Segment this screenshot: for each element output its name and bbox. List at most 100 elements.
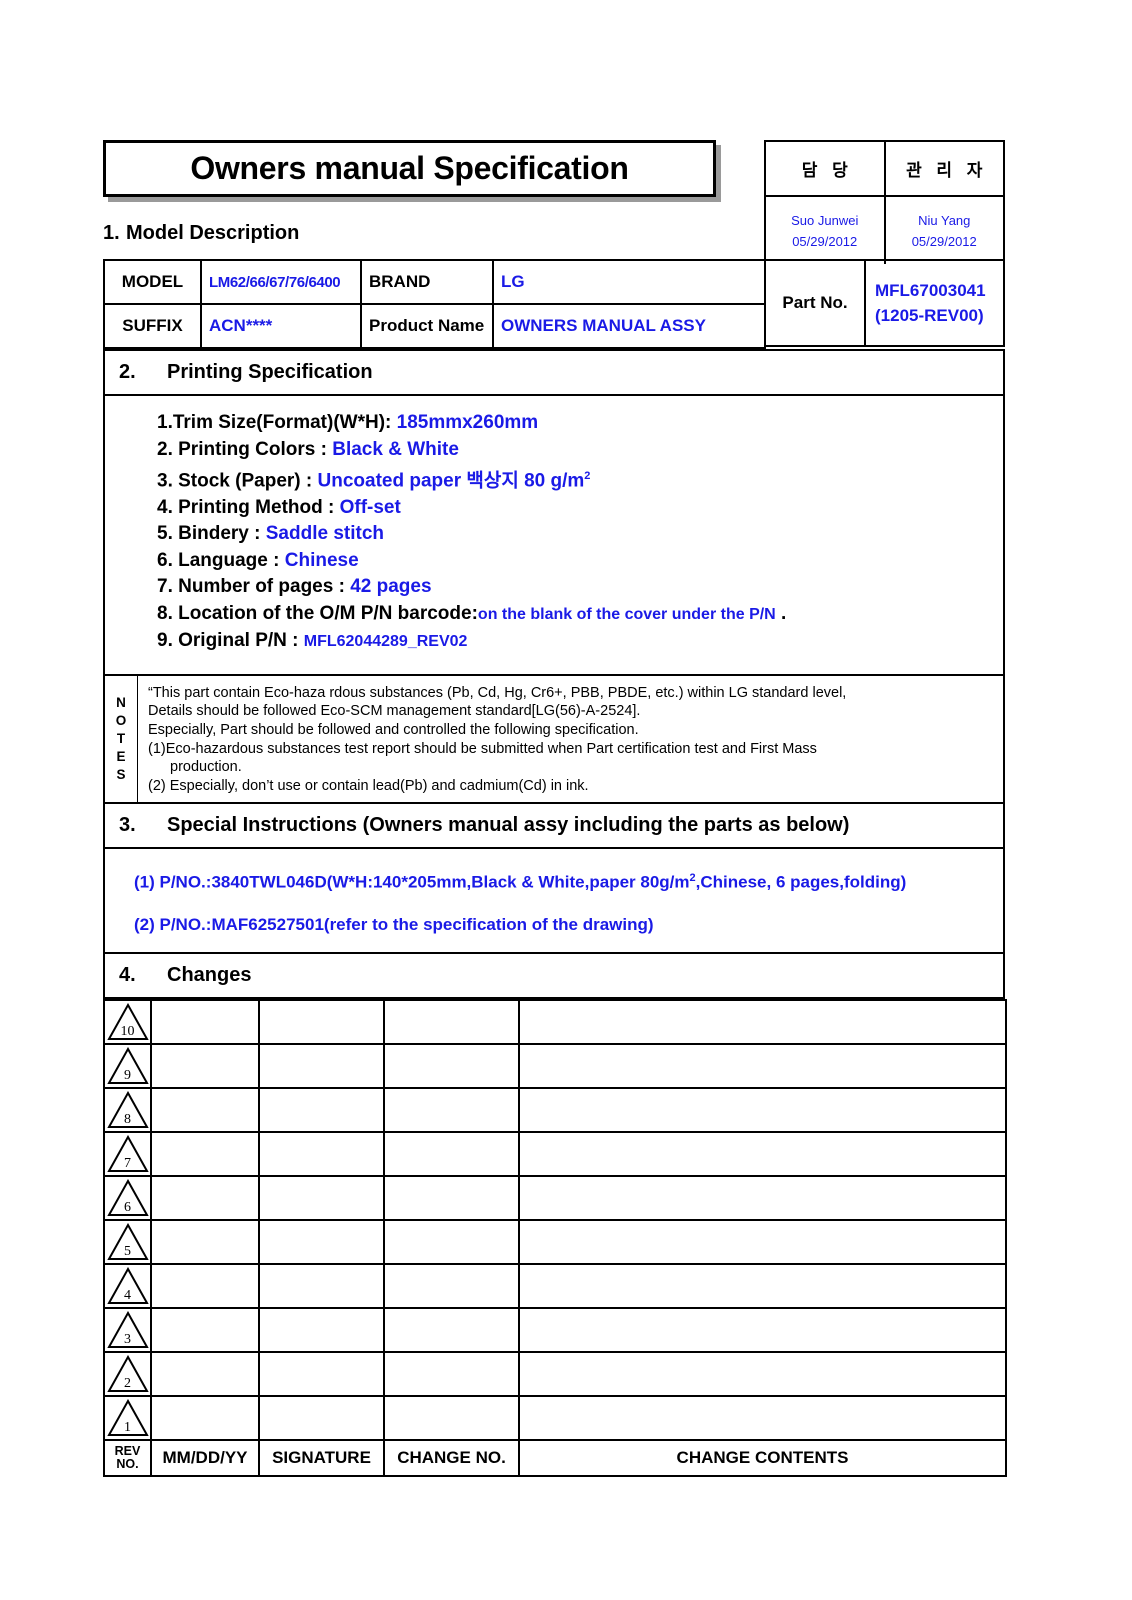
section-2-heading: 2. Printing Specification [105,351,1003,394]
approval-block: 담 당 관 리 자 Suo Junwei 05/29/2012 Niu Yang… [764,140,1005,264]
changes-contents-cell [518,1043,1007,1090]
revision-triangle-icon: 8 [106,1090,149,1129]
spec-item-2-value: Black & White [332,438,459,460]
page-title: Owners manual Specification [190,150,629,186]
section-3-heading: 3. Special Instructions (Owners manual as… [105,804,1003,847]
changes-signature-cell [258,1131,385,1178]
table-row: 4 [103,1263,1007,1310]
revision-number: 6 [124,1200,131,1216]
approval-name-2: Niu Yang [918,212,971,228]
spec-item-8-label: 8. Location of the O/M P/N barcode: [157,602,478,624]
changes-rev-marker-cell: 5 [103,1219,152,1266]
notes-body: “This part contain Eco-haza rdous substa… [138,676,1003,803]
changes-date-cell [150,1263,260,1310]
changes-change-no-cell [383,1395,520,1442]
revision-number: 1 [124,1420,131,1436]
changes-contents-cell [518,999,1007,1046]
document-page: Owners manual Specification 담 당 관 리 자 Su… [103,140,1007,1478]
changes-contents-cell [518,1219,1007,1266]
revision-number: 4 [124,1288,131,1304]
revision-number: 5 [124,1244,131,1260]
revision-triangle-icon: 3 [106,1310,149,1349]
section-4-title: Changes [167,964,252,987]
changes-signature-cell [258,1175,385,1222]
spec-item-1: 1.Trim Size(Format)(W*H): 185mmx260mm [105,410,1003,437]
spec-item-9: 9. Original P/N : MFL62044289_REV02 [105,628,1003,656]
revision-number: 10 [120,1024,135,1040]
table-row: 6 [103,1175,1007,1222]
changes-change-no-cell [383,1219,520,1266]
changes-date-cell [150,1307,260,1354]
section-1-number: 1. [103,222,120,244]
revision-number: 2 [124,1376,131,1392]
notes-label: N O T E S [105,675,138,803]
changes-signature-cell [258,999,385,1046]
spec-item-2: 2. Printing Colors : Black & White [105,437,1003,464]
changes-signature-cell [258,1043,385,1090]
spec-item-5: 5. Bindery : Saddle stitch [105,521,1003,548]
approval-signer-row: Suo Junwei 05/29/2012 Niu Yang 05/29/201… [766,197,1003,264]
section-4-heading: 4. Changes [105,954,1003,997]
changes-date-cell [150,999,260,1046]
notes-letter-s: S [116,767,126,783]
changes-contents-cell [518,1351,1007,1398]
changes-rev-marker-cell: 2 [103,1351,152,1398]
section-2-title: Printing Specification [167,361,373,383]
spec-item-5-label: 5. Bindery : [157,523,266,545]
changes-rev-line-1: REV [114,1443,141,1458]
spec-item-4: 4. Printing Method : Off-set [105,495,1003,522]
special-instruction-2-text: (2) P/NO.:MAF62527501(refer to the speci… [134,915,654,935]
model-description-area: MODEL LM62/66/67/76/6400 BRAND LG SUFFIX… [103,259,1005,349]
note-line: (1)Eco-hazardous substances test report … [148,740,817,757]
special-instruction-1-suffix: ,Chinese, 6 pages,folding) [695,873,907,893]
changes-signature-cell [258,1307,385,1354]
note-line: Details should be followed Eco-SCM manag… [148,703,641,720]
special-instruction-1: (1) P/NO.:3840TWL046D(W*H:140*205mm,Blac… [105,867,1003,894]
document-header: Owners manual Specification 담 당 관 리 자 Su… [103,140,1005,264]
approval-date-1: 05/29/2012 [792,233,858,249]
changes-date-cell [150,1131,260,1178]
spec-item-4-label: 4. Printing Method : [157,496,340,518]
spec-item-3-superscript: 2 [584,470,591,482]
model-value: LM62/66/67/76/6400 [200,259,362,305]
changes-rev-marker-cell: 8 [103,1087,152,1134]
spec-item-5-value: Saddle stitch [265,523,384,545]
approval-date-2: 05/29/2012 [911,233,977,249]
spec-item-8: 8. Location of the O/M P/N barcode:on th… [105,601,1003,629]
revision-triangle-icon: 2 [106,1354,149,1393]
revision-triangle-icon: 1 [106,1398,149,1437]
revision-number: 7 [124,1156,131,1172]
changes-rev-marker-cell: 7 [103,1131,152,1178]
revision-number: 9 [124,1068,131,1084]
changes-rev-line-2: NO. [116,1457,139,1472]
part-number-line-2: (1205-REV00) [875,306,984,325]
spec-item-1-value: 185mmx260mm [396,412,539,433]
changes-signature-cell [258,1395,385,1442]
table-row: 2 [103,1351,1007,1398]
table-row: 5 [103,1219,1007,1266]
changes-contents-cell [518,1263,1007,1310]
changes-date-cell [150,1219,260,1266]
notes-letter-o: O [115,713,127,729]
changes-rev-no-stack: REV NO. [105,1443,150,1472]
suffix-label: SUFFIX [103,303,202,349]
section-4-header-frame: 4. Changes [103,954,1005,1000]
title-box-wrapper: Owners manual Specification [103,140,716,197]
changes-change-no-cell [383,1043,520,1090]
approval-role-cell-2: 관 리 자 [886,142,1004,195]
notes-letter-n: N [116,695,126,711]
table-row: 9 [103,1043,1007,1090]
spec-item-6: 6. Language : Chinese [105,548,1003,575]
changes-date-cell [150,1351,260,1398]
changes-date-cell [150,1087,260,1134]
changes-signature-header: SIGNATURE [258,1439,385,1478]
spec-item-4-value: Off-set [339,496,401,518]
approval-name-1: Suo Junwei [791,212,859,228]
changes-rev-marker-cell: 4 [103,1263,152,1310]
table-row: 7 [103,1131,1007,1178]
part-number-value: MFL67003041 (1205-REV00) [866,261,1003,345]
spec-item-7-value: 42 pages [350,576,432,598]
changes-date-cell [150,1395,260,1442]
changes-signature-cell [258,1219,385,1266]
section-3-number: 3. [119,814,136,837]
